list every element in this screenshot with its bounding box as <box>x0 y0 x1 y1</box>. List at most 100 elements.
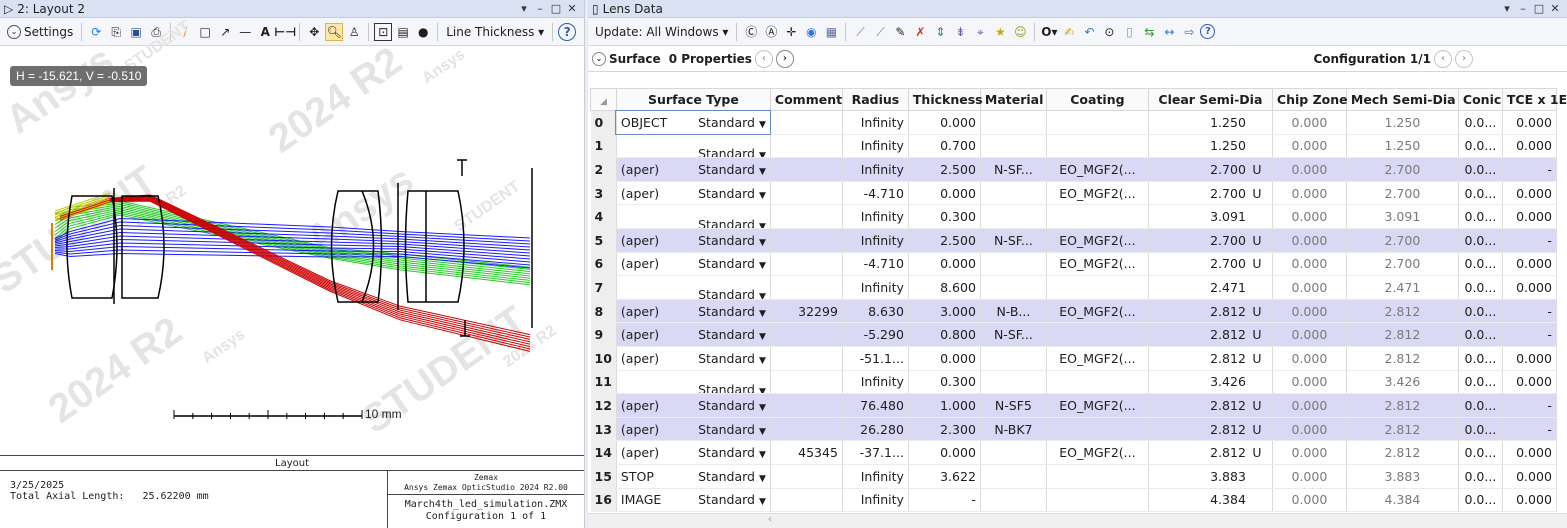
radius-cell[interactable]: Infinity <box>842 228 909 253</box>
surface-type-cell[interactable]: (aper) Standard ▼ <box>616 299 771 324</box>
coating-cell[interactable]: EO_MGF2(... <box>1046 252 1149 277</box>
tce-cell[interactable]: 0.000 <box>1502 134 1557 159</box>
material-cell[interactable] <box>980 252 1047 277</box>
radius-cell[interactable]: Infinity <box>842 275 909 300</box>
conic-cell[interactable]: 0.0... <box>1458 275 1503 300</box>
make-focal-icon[interactable]: ✍ <box>1060 23 1078 41</box>
clear-semi-dia-cell[interactable]: 2.812 U <box>1148 346 1273 371</box>
clock-icon[interactable]: ● <box>414 23 432 41</box>
radius-cell[interactable]: Infinity <box>842 464 909 489</box>
pencil-icon[interactable]: / <box>176 23 194 41</box>
tce-cell[interactable]: 0.000 <box>1502 440 1557 465</box>
column-header[interactable]: Coating <box>1045 88 1149 111</box>
blank-page-icon[interactable]: ▯ <box>1120 23 1138 41</box>
comment-cell[interactable] <box>770 228 843 253</box>
comment-cell[interactable] <box>770 252 843 277</box>
coating-cell[interactable]: EO_MGF2(... <box>1046 181 1149 206</box>
surface-type-select[interactable]: Standard ▼ <box>698 186 766 201</box>
surface-type-cell[interactable]: (aper) Standard ▼ <box>616 440 771 465</box>
line-icon[interactable]: — <box>236 23 254 41</box>
material-cell[interactable]: N-B... <box>980 299 1047 324</box>
tce-cell[interactable]: 0.000 <box>1502 346 1557 371</box>
tce-cell[interactable]: 0.000 <box>1502 370 1557 395</box>
column-header[interactable]: Material <box>979 88 1047 111</box>
dropdown-icon[interactable]: ▾ <box>1499 2 1515 15</box>
surface-type-cell[interactable]: (aper) Standard ▼ <box>616 393 771 418</box>
thickness-cell[interactable]: 3.622 <box>908 464 981 489</box>
surface-type-cell[interactable]: Standard ▼ <box>616 204 771 229</box>
maximize-icon[interactable]: □ <box>1531 2 1547 15</box>
solve-icon[interactable]: ⟋ <box>851 23 869 41</box>
coating-cell[interactable] <box>1046 322 1149 347</box>
chip-zone-cell[interactable]: 0.000 <box>1272 228 1347 253</box>
clear-semi-dia-cell[interactable]: 2.812 U <box>1148 322 1273 347</box>
conic-cell[interactable]: 0.0... <box>1458 228 1503 253</box>
horizontal-scrollbar[interactable]: ‹ <box>588 513 1567 528</box>
material-cell[interactable]: N-SF... <box>980 228 1047 253</box>
conic-cell[interactable]: 0.0... <box>1458 157 1503 182</box>
mech-semi-dia-cell[interactable]: 2.812 <box>1346 322 1459 347</box>
prev-surface-icon[interactable]: ‹ <box>754 49 773 68</box>
mech-semi-dia-cell[interactable]: 2.700 <box>1346 181 1459 206</box>
coating-cell[interactable] <box>1046 464 1149 489</box>
column-header[interactable]: Chip Zone <box>1271 88 1348 111</box>
thickness-cell[interactable]: 2.500 <box>908 228 981 253</box>
surface-row[interactable]: 8 (aper) Standard ▼ 32299 8.630 3.000 N-B... EO… <box>590 299 1557 324</box>
column-header[interactable]: Conic <box>1457 88 1503 111</box>
clear-semi-dia-cell[interactable]: 3.883 <box>1148 464 1273 489</box>
conic-cell[interactable]: 0.0... <box>1458 134 1503 159</box>
go-right-icon[interactable]: ⇨ <box>1180 23 1198 41</box>
radius-cell[interactable]: Infinity <box>842 157 909 182</box>
column-header[interactable]: Mech Semi-Dia <box>1345 88 1459 111</box>
conic-cell[interactable]: 0.0... <box>1458 417 1503 442</box>
comment-cell[interactable]: 32299 <box>770 299 843 324</box>
toggle-icon[interactable]: ⊙ <box>1100 23 1118 41</box>
mech-semi-dia-cell[interactable]: 1.250 <box>1346 134 1459 159</box>
surface-row[interactable]: 14 (aper) Standard ▼ 45345 -37.1... 0.000 EO_M… <box>590 440 1557 465</box>
surface-type-select[interactable]: Standard ▼ <box>698 445 766 460</box>
chip-zone-cell[interactable]: 0.000 <box>1272 417 1347 442</box>
coating-cell[interactable] <box>1046 275 1149 300</box>
material-cell[interactable] <box>980 181 1047 206</box>
conic-cell[interactable]: 0.0... <box>1458 440 1503 465</box>
surface-row[interactable]: 10 (aper) Standard ▼ -51.1... 0.000 EO_MGF2(.… <box>590 346 1557 371</box>
surface-type-select[interactable]: Standard ▼ <box>698 287 766 298</box>
surface-type-cell[interactable]: STOP Standard ▼ <box>616 464 771 489</box>
zoom-icon[interactable]: 🔍︎ <box>325 22 344 41</box>
surface-type-cell[interactable]: Standard ▼ <box>616 134 771 159</box>
clear-semi-dia-cell[interactable]: 2.700 U <box>1148 252 1273 277</box>
surface-row[interactable]: 2 (aper) Standard ▼ Infinity 2.500 N-SF... EO_… <box>590 157 1557 182</box>
surface-type-cell[interactable]: OBJECT Standard ▼ <box>615 109 772 136</box>
layout-plot-area[interactable]: Ansys STUDENT 2024 R2 Ansys STUDENT 2024 R2 An… <box>0 18 584 454</box>
surface-type-cell[interactable]: (aper) Standard ▼ <box>616 157 771 182</box>
surface-type-cell[interactable]: Standard ▼ <box>616 275 771 300</box>
chip-zone-cell[interactable]: 0.000 <box>1272 252 1347 277</box>
pan-icon[interactable]: ✥ <box>305 23 323 41</box>
comment-cell[interactable] <box>770 464 843 489</box>
comment-cell[interactable] <box>770 110 843 135</box>
column-header[interactable]: Comment <box>769 88 843 111</box>
mech-semi-dia-cell[interactable]: 2.700 <box>1346 252 1459 277</box>
tce-cell[interactable]: 0.000 <box>1502 275 1557 300</box>
surface-row[interactable]: 4 Standard ▼ Infinity 0.300 3.091 0.000 3.091 0… <box>590 204 1557 229</box>
thickness-cell[interactable]: 0.300 <box>908 370 981 395</box>
refresh-icon[interactable]: ⟳ <box>87 23 105 41</box>
material-cell[interactable] <box>980 134 1047 159</box>
coating-cell[interactable] <box>1046 134 1149 159</box>
clear-semi-dia-cell[interactable]: 4.384 <box>1148 488 1273 513</box>
surface-type-select[interactable]: Standard ▼ <box>698 398 766 413</box>
wave-icon[interactable]: ☺ <box>1011 23 1029 41</box>
grid-icon[interactable]: ▦ <box>822 23 840 41</box>
surface-type-select[interactable]: Standard ▼ <box>698 382 766 393</box>
tce-cell[interactable]: - <box>1502 322 1557 347</box>
window-expand-icon[interactable]: ▷ <box>4 2 13 16</box>
chip-zone-cell[interactable]: 0.000 <box>1272 299 1347 324</box>
variable-icon[interactable]: ⟋ <box>871 23 889 41</box>
radius-cell[interactable]: 26.280 <box>842 417 909 442</box>
surface-type-cell[interactable]: (aper) Standard ▼ <box>616 417 771 442</box>
chip-zone-cell[interactable]: 0.000 <box>1272 440 1347 465</box>
surface-type-cell[interactable]: (aper) Standard ▼ <box>616 322 771 347</box>
comment-cell[interactable] <box>770 393 843 418</box>
line-thickness-dropdown[interactable]: Line Thickness ▾ <box>443 25 547 39</box>
tilt-icon[interactable]: ⇕ <box>931 23 949 41</box>
